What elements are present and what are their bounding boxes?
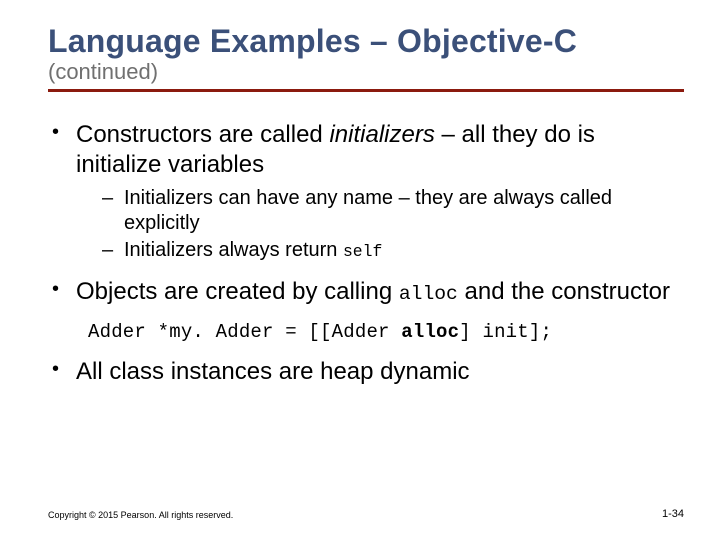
bullet-1-text-pre: Constructors are called [76,121,329,148]
bullet-1-sub-2-pre: Initializers always return [124,239,343,261]
code-part-a: Adder *my. Adder = [[Adder [88,321,401,343]
bullet-2-text-code: alloc [399,283,458,305]
bullet-1-sublist: Initializers can have any name – they ar… [102,186,684,263]
bullet-2-text-post: and the constructor [458,278,670,305]
bullet-1-sub-2: Initializers always return self [102,238,684,263]
bullet-1-sub-2-code: self [343,242,382,261]
title-underline [48,89,684,92]
bullet-2: Objects are created by calling alloc and… [48,277,684,307]
page-number: 1-34 [662,508,684,520]
bullet-list: Constructors are called initializers – a… [48,120,684,307]
bullet-list-2: All class instances are heap dynamic [48,357,684,387]
bullet-1-text-em: initializers [329,121,434,148]
slide-subtitle: (continued) [48,59,684,85]
code-example: Adder *my. Adder = [[Adder alloc] init]; [88,321,684,343]
code-part-b: alloc [401,321,459,343]
bullet-1: Constructors are called initializers – a… [48,120,684,263]
code-part-c: ] init]; [459,321,552,343]
copyright-footer: Copyright © 2015 Pearson. All rights res… [48,510,233,520]
slide-title: Language Examples – Objective-C [48,24,684,59]
bullet-2-text-pre: Objects are created by calling [76,278,399,305]
slide: Language Examples – Objective-C (continu… [0,0,720,540]
bullet-1-sub-1: Initializers can have any name – they ar… [102,186,684,236]
bullet-3: All class instances are heap dynamic [48,357,684,387]
